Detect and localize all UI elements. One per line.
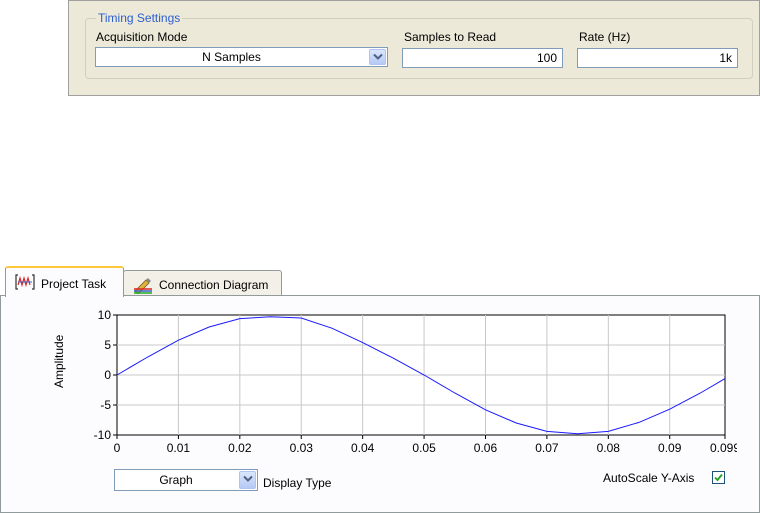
x-tick-label: 0.07 xyxy=(535,441,559,455)
acquisition-mode-label: Acquisition Mode xyxy=(96,30,188,44)
display-type-dropdown[interactable]: Graph xyxy=(114,469,258,491)
acquisition-mode-dropdown[interactable]: N Samples xyxy=(95,47,388,67)
acquisition-mode-value: N Samples xyxy=(202,50,261,64)
rate-label: Rate (Hz) xyxy=(579,30,631,44)
x-tick-label: 0.05 xyxy=(412,441,436,455)
pencil-wiring-icon xyxy=(132,276,154,297)
display-type-value: Graph xyxy=(159,473,193,487)
waveform-icon xyxy=(14,273,36,294)
timing-settings-title: Timing Settings xyxy=(96,11,183,25)
y-tick-label: 0 xyxy=(104,368,111,382)
x-tick-label: 0.01 xyxy=(167,441,191,455)
y-tick-label: -10 xyxy=(94,428,112,442)
y-tick-label: 10 xyxy=(98,310,112,322)
tab-connection-diagram[interactable]: Connection Diagram xyxy=(123,270,282,296)
rate-input[interactable]: 1k xyxy=(577,48,738,68)
project-task-page: Amplitude 0 0.01 0.02 0.03 0.04 0.05 0.06 0.07 0… xyxy=(0,295,760,513)
x-tick-label: 0.02 xyxy=(228,441,252,455)
samples-to-read-input[interactable]: 100 xyxy=(402,48,563,68)
x-tick-label: 0.06 xyxy=(474,441,498,455)
dropdown-arrow-icon[interactable] xyxy=(369,49,386,65)
x-tick-label: 0.03 xyxy=(290,441,314,455)
samples-to-read-label: Samples to Read xyxy=(404,30,497,44)
display-type-label: Display Type xyxy=(263,476,332,490)
y-tick-label: -5 xyxy=(100,398,111,412)
tab-project-task-label: Project Task xyxy=(41,277,107,291)
dropdown-arrow-icon[interactable] xyxy=(239,471,256,489)
tab-connection-diagram-label: Connection Diagram xyxy=(159,278,269,292)
checkmark-icon xyxy=(714,473,723,482)
x-tick-label: 0 xyxy=(114,441,121,455)
x-tick-label: 0.09 xyxy=(658,441,682,455)
autoscale-y-axis-checkbox[interactable] xyxy=(712,471,725,484)
y-tick-label: 5 xyxy=(104,338,111,352)
autoscale-y-axis-label: AutoScale Y-Axis xyxy=(603,471,695,485)
x-tick-label: 0.08 xyxy=(597,441,621,455)
x-tick-label: 0.04 xyxy=(351,441,375,455)
amplitude-graph[interactable]: 0 0.01 0.02 0.03 0.04 0.05 0.06 0.07 0.08 0.09 0.0… xyxy=(57,310,737,465)
x-tick-label: 0.099 xyxy=(710,441,737,455)
tab-project-task[interactable]: Project Task xyxy=(5,266,124,297)
tab-control: Project Task Connection Diagram Amplitud… xyxy=(0,263,760,513)
timing-settings-panel: Timing Settings Acquisition Mode N Sampl… xyxy=(68,0,760,96)
